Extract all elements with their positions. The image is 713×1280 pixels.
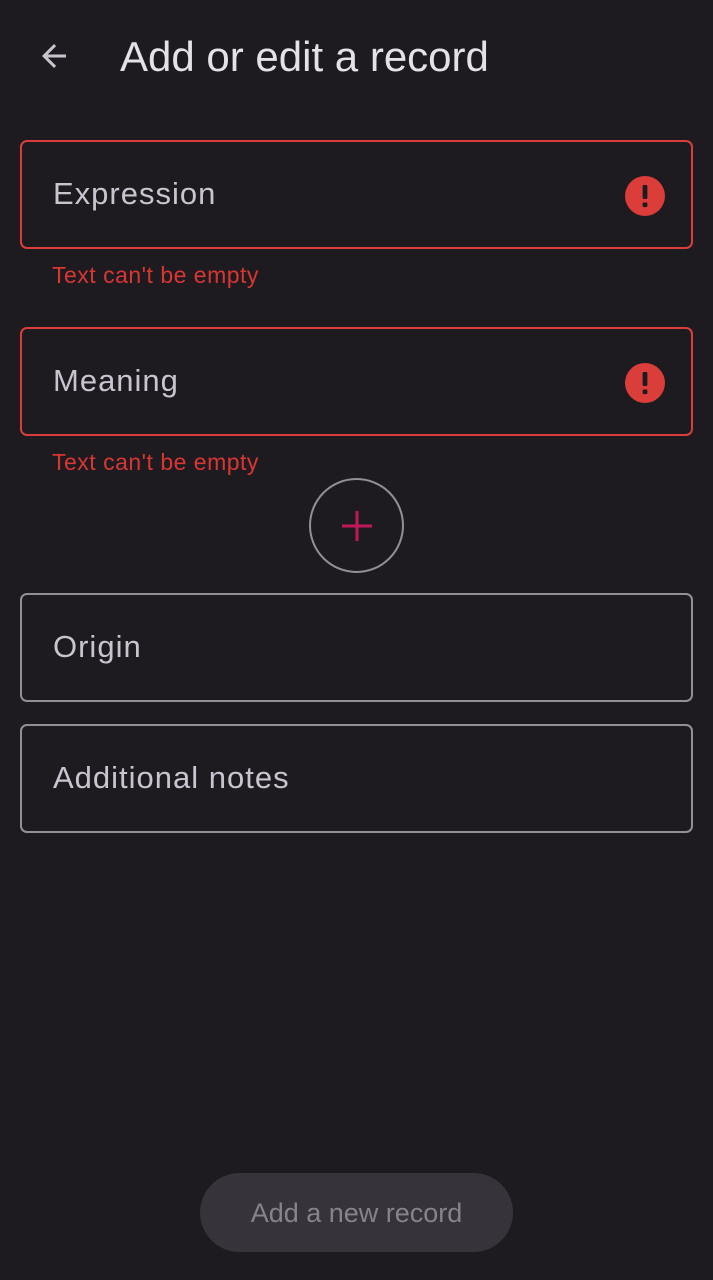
additional-notes-field-label: Additional notes [53,760,290,795]
meaning-error-text: Text can't be empty [52,449,259,475]
expression-field-label: Expression [53,176,217,211]
additional-notes-field[interactable]: Additional notes [20,724,693,833]
meaning-field[interactable]: Meaning [20,327,693,436]
expression-error-text: Text can't be empty [52,262,259,288]
top-app-bar: Add or edit a record [0,0,713,114]
arrow-back-icon [42,44,66,68]
origin-field-label: Origin [53,629,142,664]
back-button[interactable] [22,24,86,88]
error-icon [625,176,665,216]
meaning-field-label: Meaning [53,363,179,398]
page-title: Add or edit a record [120,33,489,80]
add-new-record-button[interactable]: Add a new record [200,1173,513,1252]
add-meaning-button[interactable] [309,478,404,573]
error-icon [625,363,665,403]
expression-field[interactable]: Expression [20,140,693,249]
add-new-record-label: Add a new record [250,1197,463,1228]
plus-icon [341,510,372,541]
origin-field[interactable]: Origin [20,593,693,702]
